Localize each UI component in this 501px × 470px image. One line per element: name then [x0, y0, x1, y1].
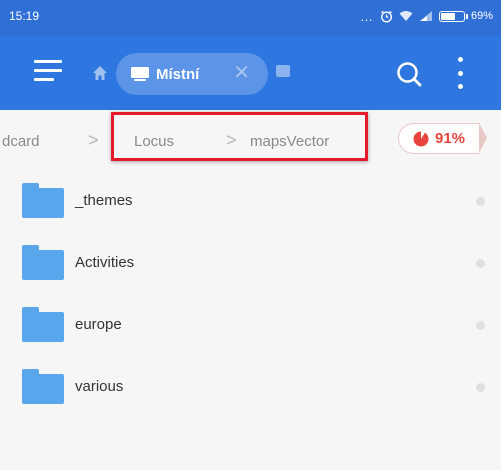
app-toolbar: Místní ✕ [0, 36, 501, 110]
status-bar: 15:19 … 69% [0, 0, 501, 36]
battery-icon [438, 10, 465, 22]
battery-percent: 69% [470, 10, 493, 22]
status-time: 15:19 [9, 9, 40, 23]
tab-local[interactable]: Místní ✕ [116, 53, 268, 95]
hamburger-menu-icon[interactable] [34, 60, 62, 84]
breadcrumb: dcard > Locus > mapsVector 91% [0, 110, 501, 172]
tab-label: Místní [156, 65, 200, 83]
file-name: _themes [75, 192, 133, 209]
file-name: europe [75, 316, 122, 333]
folder-icon [22, 183, 64, 218]
status-icons: … 69% [360, 8, 493, 24]
more-vertical-icon[interactable] [453, 57, 467, 89]
folder-icon [22, 245, 64, 280]
file-name: Activities [75, 254, 135, 271]
pie-chart-icon [413, 131, 429, 146]
folder-icon [22, 369, 64, 404]
breadcrumb-item-sdcard[interactable]: dcard [2, 133, 40, 150]
list-item[interactable]: _themes [0, 172, 501, 234]
search-icon[interactable] [395, 60, 423, 88]
battery-fill [440, 12, 455, 20]
select-checkbox[interactable] [476, 383, 485, 392]
file-name: various [75, 378, 124, 395]
select-checkbox[interactable] [476, 321, 485, 330]
storage-usage-badge[interactable]: 91% [398, 123, 480, 154]
file-list: _themes Activities europe various [0, 172, 501, 420]
tab-secondary[interactable] [276, 65, 290, 77]
disk-icon [131, 67, 149, 81]
highlight-box [111, 112, 368, 161]
folder-icon [22, 307, 64, 342]
select-checkbox[interactable] [476, 197, 485, 206]
wifi-icon [399, 11, 413, 21]
select-checkbox[interactable] [476, 259, 485, 268]
alarm-icon [380, 10, 392, 23]
home-icon[interactable] [91, 64, 109, 82]
battery-indicator: 69% [438, 10, 493, 22]
notification-dots-icon: … [359, 8, 374, 24]
badge-arrow [479, 123, 487, 153]
storage-percent: 91% [435, 130, 466, 147]
breadcrumb-separator: > [88, 130, 99, 150]
signal-icon [419, 11, 432, 21]
list-item[interactable]: various [0, 358, 501, 420]
list-item[interactable]: europe [0, 296, 501, 358]
close-icon[interactable]: ✕ [233, 63, 250, 83]
list-item[interactable]: Activities [0, 234, 501, 296]
